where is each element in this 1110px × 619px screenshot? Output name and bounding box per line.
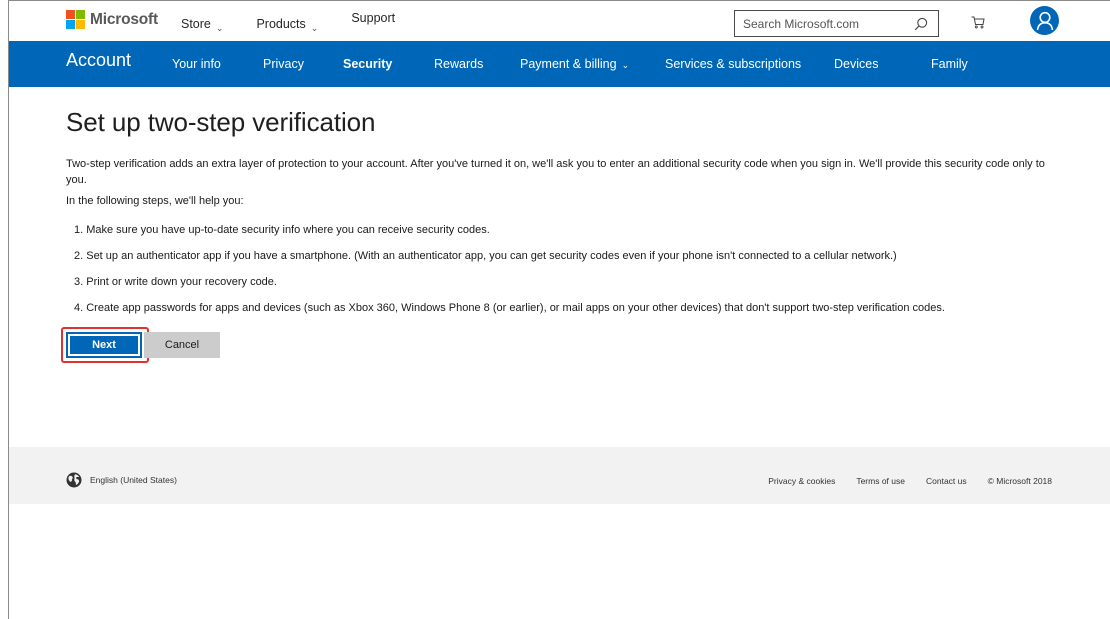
nav-products[interactable]: Products ⌄ bbox=[256, 11, 319, 33]
steps-list: 1. Make sure you have up-to-date securit… bbox=[74, 222, 1064, 326]
nav-store[interactable]: Store ⌄ bbox=[181, 11, 224, 33]
nav-security[interactable]: Security bbox=[343, 57, 392, 71]
search-input[interactable] bbox=[743, 16, 893, 31]
nav-rewards[interactable]: Rewards bbox=[434, 57, 483, 71]
page-title: Set up two-step verification bbox=[66, 107, 376, 137]
microsoft-logo-icon bbox=[66, 10, 85, 29]
nav-products-label: Products bbox=[256, 17, 306, 31]
chevron-down-icon: ⌄ bbox=[621, 60, 630, 70]
microsoft-wordmark: Microsoft bbox=[90, 10, 158, 28]
user-icon bbox=[1036, 11, 1053, 30]
intro-text: Two-step verification adds an extra laye… bbox=[66, 158, 1045, 186]
top-nav: Store ⌄ Products ⌄ Support bbox=[181, 1, 428, 41]
search-icon[interactable] bbox=[914, 17, 928, 31]
nav-services-subscriptions[interactable]: Services & subscriptions bbox=[665, 57, 801, 71]
step-item: 1. Make sure you have up-to-date securit… bbox=[74, 224, 490, 236]
main-content: Set up two-step verification Two-step ve… bbox=[9, 87, 1110, 447]
footer-links: Privacy & cookies Terms of use Contact u… bbox=[747, 476, 1052, 486]
step-item: 2. Set up an authenticator app if you ha… bbox=[74, 250, 897, 262]
browser-viewport: Microsoft Store ⌄ Products ⌄ Support Sea… bbox=[8, 0, 1110, 619]
footer-link-privacy-cookies[interactable]: Privacy & cookies bbox=[768, 476, 835, 486]
button-row: Next Cancel bbox=[66, 332, 220, 358]
locale-selector[interactable]: English (United States) bbox=[66, 472, 177, 488]
nav-support[interactable]: Support bbox=[351, 11, 395, 25]
search-box bbox=[734, 10, 939, 37]
next-button[interactable]: Next bbox=[66, 332, 142, 358]
footer-link-contact-us[interactable]: Contact us bbox=[926, 476, 967, 486]
nav-privacy[interactable]: Privacy bbox=[263, 57, 304, 71]
step-item: 3. Print or write down your recovery cod… bbox=[74, 276, 277, 288]
avatar[interactable] bbox=[1030, 6, 1059, 35]
copyright: © Microsoft 2018 bbox=[987, 476, 1052, 486]
nav-store-label: Store bbox=[181, 17, 211, 31]
footer: English (United States) Privacy & cookie… bbox=[9, 447, 1110, 504]
cart-icon[interactable] bbox=[971, 16, 985, 29]
nav-payment-billing[interactable]: Payment & billing ⌄ bbox=[520, 57, 629, 71]
footer-link-terms-of-use[interactable]: Terms of use bbox=[856, 476, 905, 486]
chevron-down-icon: ⌄ bbox=[215, 22, 224, 33]
nav-support-label: Support bbox=[351, 11, 396, 25]
chevron-down-icon: ⌄ bbox=[310, 22, 319, 33]
account-nav: Account Your info Privacy Security Rewar… bbox=[9, 41, 1110, 87]
nav-family[interactable]: Family bbox=[931, 57, 968, 71]
cancel-button[interactable]: Cancel bbox=[144, 332, 220, 358]
microsoft-logo[interactable]: Microsoft bbox=[66, 10, 158, 29]
steps-lead-text: In the following steps, we'll help you: bbox=[66, 195, 244, 207]
locale-label: English (United States) bbox=[90, 475, 177, 485]
nav-your-info[interactable]: Your info bbox=[172, 57, 221, 71]
nav-devices[interactable]: Devices bbox=[834, 57, 878, 71]
step-item: 4. Create app passwords for apps and dev… bbox=[74, 302, 945, 314]
account-title[interactable]: Account bbox=[66, 50, 131, 71]
nav-payment-billing-label: Payment & billing bbox=[520, 57, 617, 71]
top-header: Microsoft Store ⌄ Products ⌄ Support bbox=[9, 1, 1110, 41]
globe-icon bbox=[66, 472, 82, 488]
